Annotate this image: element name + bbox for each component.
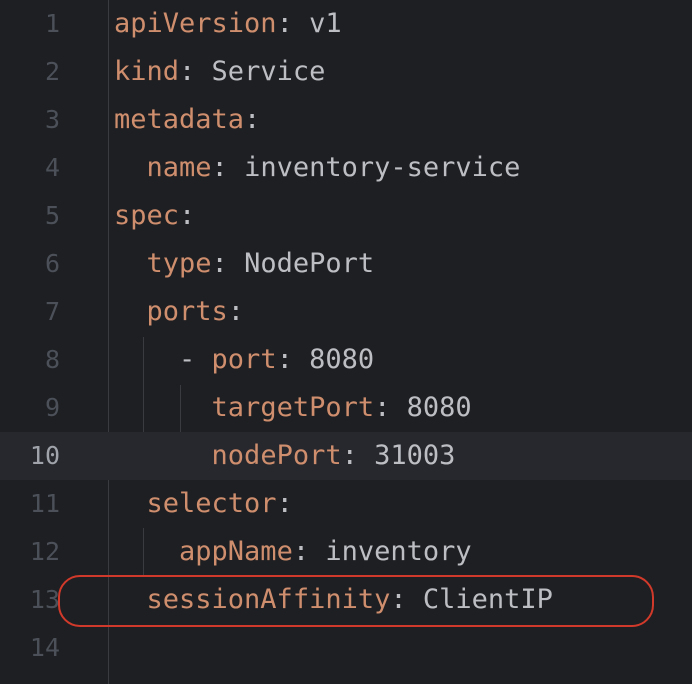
line-number[interactable]: 8 (0, 336, 60, 384)
yaml-value: 31003 (357, 440, 456, 471)
yaml-colon: : (179, 56, 196, 87)
code-line[interactable]: 10 nodePort: 31003 (0, 432, 692, 480)
code-line[interactable]: 1 apiVersion: v1 (0, 0, 692, 48)
line-content[interactable]: name: inventory-service (114, 144, 521, 192)
yaml-key: spec (114, 200, 180, 231)
code-line[interactable]: 4 name: inventory-service (0, 144, 692, 192)
yaml-key: kind (114, 56, 180, 87)
code-editor[interactable]: 1 apiVersion: v1 2 kind: Service 3 metadata: 4… (0, 0, 692, 684)
code-line[interactable]: 7 ports: (0, 288, 692, 336)
yaml-key: name (146, 152, 212, 183)
code-line[interactable]: 2 kind: Service (0, 48, 692, 96)
yaml-key: apiVersion (114, 8, 277, 39)
yaml-value: 8080 (390, 392, 472, 423)
code-line[interactable]: 8 - port: 8080 (0, 336, 692, 384)
yaml-colon: : (211, 248, 228, 279)
line-content[interactable]: metadata: (114, 96, 260, 144)
yaml-value: NodePort (227, 248, 375, 279)
yaml-colon: : (244, 104, 261, 135)
line-content[interactable]: targetPort: 8080 (114, 384, 472, 432)
line-number[interactable]: 7 (0, 288, 60, 336)
code-line[interactable]: 11 selector: (0, 480, 692, 528)
line-content[interactable]: spec: (114, 192, 195, 240)
yaml-value: inventory-service (227, 152, 521, 183)
yaml-colon: : (179, 200, 196, 231)
line-number[interactable]: 6 (0, 240, 60, 288)
line-number[interactable]: 14 (0, 624, 60, 672)
line-number[interactable]: 1 (0, 0, 60, 48)
line-content[interactable]: apiVersion: v1 (114, 0, 342, 48)
line-number[interactable]: 12 (0, 528, 60, 576)
yaml-value: 8080 (292, 344, 375, 375)
line-number[interactable]: 2 (0, 48, 60, 96)
yaml-key: targetPort (211, 392, 375, 423)
line-number[interactable]: 9 (0, 384, 60, 432)
code-line[interactable]: 12 appName: inventory (0, 528, 692, 576)
line-content[interactable]: ports: (114, 288, 245, 336)
code-line[interactable]: 14 (0, 624, 692, 672)
yaml-colon: : (374, 392, 391, 423)
yaml-key: port (211, 344, 277, 375)
yaml-colon: : (341, 440, 358, 471)
line-content[interactable]: - port: 8080 (114, 336, 374, 384)
line-content[interactable]: appName: inventory (114, 528, 472, 576)
line-number[interactable]: 4 (0, 144, 60, 192)
code-line[interactable]: 5 spec: (0, 192, 692, 240)
yaml-value: inventory (309, 536, 472, 567)
yaml-value: Service (195, 56, 326, 87)
yaml-colon: : (276, 8, 293, 39)
code-line[interactable]: 3 metadata: (0, 96, 692, 144)
yaml-key: appName (179, 536, 293, 567)
yaml-colon: : (227, 296, 245, 327)
line-content[interactable]: selector: (114, 480, 293, 528)
list-dash: - (179, 344, 212, 375)
yaml-key: type (146, 248, 212, 279)
yaml-colon: : (276, 488, 293, 519)
line-content[interactable]: type: NodePort (114, 240, 375, 288)
line-content[interactable]: kind: Service (114, 48, 325, 96)
yaml-key: ports (146, 296, 228, 327)
yaml-colon: : (292, 536, 310, 567)
yaml-key: metadata (114, 104, 245, 135)
yaml-value: v1 (292, 8, 342, 39)
line-number[interactable]: 10 (0, 432, 60, 480)
code-line[interactable]: 6 type: NodePort (0, 240, 692, 288)
line-number[interactable]: 3 (0, 96, 60, 144)
line-number[interactable]: 13 (0, 576, 60, 624)
yaml-colon: : (276, 344, 293, 375)
annotation-highlight-ring (58, 575, 654, 627)
yaml-key: nodePort (211, 440, 342, 471)
yaml-colon: : (211, 152, 228, 183)
line-number[interactable]: 5 (0, 192, 60, 240)
yaml-key: selector (146, 488, 277, 519)
line-content[interactable]: nodePort: 31003 (114, 432, 456, 480)
line-number[interactable]: 11 (0, 480, 60, 528)
code-line[interactable]: 9 targetPort: 8080 (0, 384, 692, 432)
